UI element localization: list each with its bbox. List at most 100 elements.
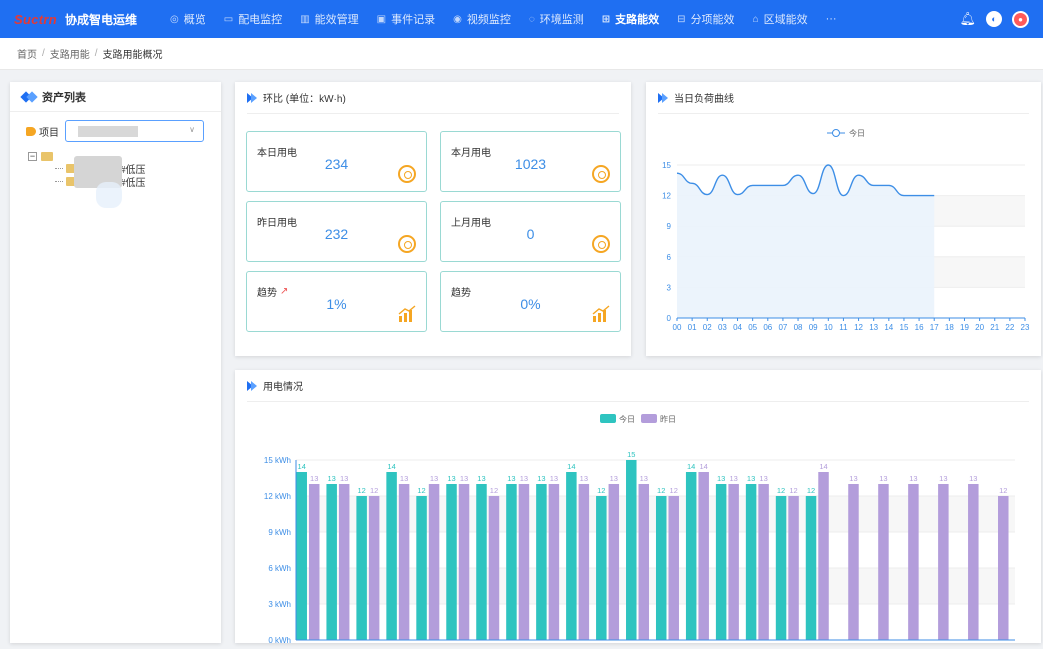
bar-label-today: 14 <box>567 462 575 471</box>
bar-today <box>536 484 547 640</box>
y-tick-label: 15 <box>662 161 671 170</box>
folder-icon <box>41 152 53 161</box>
app-brand: 协成智电运维 <box>64 12 137 27</box>
chart-icon: ▥ <box>300 13 310 25</box>
nav-item-2[interactable]: ▥ 能效管理 <box>291 0 367 38</box>
project-row: 项目 ∨ <box>10 112 221 142</box>
play-icon <box>247 92 257 103</box>
bar-yesterday <box>848 484 859 640</box>
bar-label-today: 12 <box>777 486 785 495</box>
x-tick-label: 17 <box>930 323 939 332</box>
bar-today <box>745 484 757 640</box>
nav-item-label: ··· <box>825 13 837 25</box>
bar-yesterday <box>608 484 620 640</box>
nav-item-1[interactable]: ▭ 配电监控 <box>215 0 291 38</box>
bar-label-today: 13 <box>328 474 336 483</box>
power-ring-icon <box>592 165 610 183</box>
project-select[interactable]: ∨ <box>65 120 204 142</box>
nav-item-8[interactable]: ⌂ 区域能效 <box>744 0 817 38</box>
bar-today <box>296 472 307 640</box>
bar-today <box>446 484 457 640</box>
bar-today <box>566 472 577 640</box>
y-tick-label: 12 kWh <box>264 492 291 501</box>
nav-item-0[interactable]: ◎ 概览 <box>161 0 215 38</box>
nav-item-label: 支路能效 <box>615 14 660 26</box>
diamond-icon <box>22 92 36 102</box>
svg-text:昨日: 昨日 <box>660 414 676 424</box>
nav-item-7[interactable]: ⊟ 分项能效 <box>668 0 743 38</box>
x-tick-label: 00 <box>673 323 682 332</box>
monitor-icon: ▭ <box>223 13 234 25</box>
tree-item-label: #低压 <box>120 177 146 189</box>
bar-label-yesterday: 13 <box>580 474 588 483</box>
kpi-card: 本日用电 234 <box>246 131 427 192</box>
chevron-down-icon: ∨ <box>189 125 195 134</box>
nav-item-9[interactable]: ··· <box>817 0 846 38</box>
kpi-card: 上月用电 0 <box>440 201 621 262</box>
asset-list-panel: 资产列表 项目 ∨ − #低压 #低压 <box>10 82 221 643</box>
breadcrumb-branch[interactable]: 支路用能 <box>50 46 90 61</box>
user-avatar[interactable]: ● <box>1012 10 1029 28</box>
usage-header: 用电情况 <box>235 370 1041 401</box>
bell-icon[interactable]: 🔔︎ <box>959 11 976 27</box>
bar-yesterday <box>788 496 799 640</box>
x-tick-label: 13 <box>869 323 878 332</box>
kpi-card: 昨日用电 232 <box>246 201 427 262</box>
asset-list-title: 资产列表 <box>42 91 86 104</box>
bar-label-yesterday: 13 <box>550 474 558 483</box>
x-tick-label: 16 <box>915 323 924 332</box>
bar-label-today: 12 <box>657 486 665 495</box>
bar-today <box>596 496 607 640</box>
app-logo[interactable]: Suctrn <box>14 12 57 27</box>
bar-label-today: 13 <box>747 474 755 483</box>
usage-title: 用电情况 <box>263 382 303 393</box>
bar-label-yesterday: 13 <box>640 474 648 483</box>
power-ring-icon <box>398 165 416 183</box>
ring-ratio-title: 环比 (单位：kW·h) <box>263 94 346 105</box>
bar-label-yesterday: 12 <box>670 486 678 495</box>
bar-today <box>476 484 487 640</box>
bar-label-today: 14 <box>387 462 395 471</box>
nav-item-6[interactable]: ⊞ 支路能效 <box>593 0 668 38</box>
bar-label-today: 13 <box>507 474 515 483</box>
y-tick-label: 0 kWh <box>268 636 291 643</box>
legend-today[interactable]: 今日 <box>600 414 635 424</box>
breadcrumb-home[interactable]: 首页 <box>17 46 37 61</box>
bar-yesterday <box>308 484 320 640</box>
bar-label-today: 13 <box>537 474 545 483</box>
kpi-card: 趋势 0% <box>440 271 621 332</box>
bar-today <box>626 460 637 640</box>
bar-label-yesterday: 13 <box>879 474 887 483</box>
building-icon: ⌂ <box>752 13 759 25</box>
bar-label-today: 13 <box>717 474 725 483</box>
bar-yesterday <box>998 496 1009 640</box>
camera-icon: ◉ <box>453 13 462 25</box>
legend-today[interactable]: 今日 <box>827 128 865 138</box>
bar-today <box>775 496 787 640</box>
legend-yesterday[interactable]: 昨日 <box>641 414 676 424</box>
gauge-icon: ◎ <box>170 13 179 25</box>
bar-label-yesterday: 13 <box>310 474 318 483</box>
bar-today <box>506 484 517 640</box>
x-tick-label: 22 <box>1005 323 1014 332</box>
collapse-icon[interactable]: − <box>28 152 37 161</box>
nav-item-label: 事件记录 <box>391 14 436 26</box>
series-area-today <box>677 165 935 318</box>
bar-yesterday <box>428 484 440 640</box>
record-icon: ▣ <box>376 13 387 25</box>
x-tick-label: 05 <box>748 323 757 332</box>
y-tick-label: 12 <box>662 192 671 201</box>
nav-item-3[interactable]: ▣ 事件记录 <box>368 0 444 38</box>
svg-text:今日: 今日 <box>619 414 635 424</box>
x-tick-label: 18 <box>945 323 954 332</box>
theme-icon[interactable]: ◐ <box>986 11 1002 27</box>
y-tick-label: 9 <box>667 222 672 231</box>
y-tick-label: 6 kWh <box>268 564 291 573</box>
nav-item-4[interactable]: ◉ 视频监控 <box>444 0 520 38</box>
bar-label-yesterday: 13 <box>400 474 408 483</box>
environment-icon: ◌ <box>528 13 535 25</box>
nav-item-5[interactable]: ◌ 环境监测 <box>520 0 593 38</box>
bar-yesterday <box>968 484 979 640</box>
bar-label-yesterday: 13 <box>520 474 528 483</box>
y-tick-label: 3 <box>667 283 672 292</box>
